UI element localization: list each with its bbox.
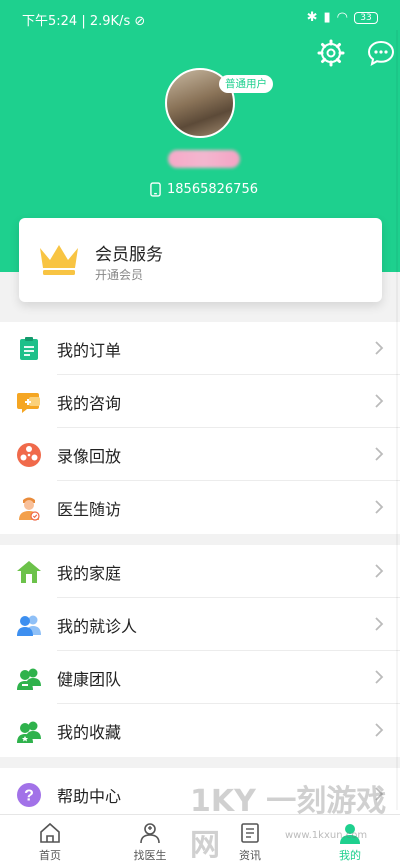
phone-number: 18565826756 bbox=[167, 182, 258, 197]
menu-item-orders[interactable]: 我的订单 bbox=[0, 322, 400, 375]
menu-item-doctor-followup[interactable]: 医生随访 bbox=[0, 481, 400, 534]
battery-icon: 33 bbox=[354, 11, 378, 24]
vip-service-card[interactable]: 会员服务 开通会员 bbox=[19, 218, 382, 302]
menu-item-label: 我的收藏 bbox=[57, 722, 122, 742]
home-icon bbox=[40, 822, 60, 843]
menu-item-consult[interactable]: 我的咨询 bbox=[0, 375, 400, 428]
people-icon bbox=[17, 615, 41, 636]
watermark-url: www.1kxun.com bbox=[285, 830, 368, 841]
menu-item-favorites[interactable]: 我的收藏 bbox=[0, 704, 400, 757]
chevron-right-icon bbox=[375, 447, 384, 461]
menu-item-label: 我的订单 bbox=[57, 340, 122, 360]
phone-row: 18565826756 bbox=[150, 182, 258, 197]
gear-icon bbox=[317, 39, 345, 67]
network-speed: 2.9K/s bbox=[89, 14, 131, 29]
settings-button[interactable] bbox=[316, 38, 346, 68]
menu-item-patients[interactable]: 我的就诊人 bbox=[0, 598, 400, 651]
collect-icon bbox=[17, 721, 41, 743]
scrollbar[interactable] bbox=[396, 30, 398, 810]
menu-item-health-team[interactable]: 健康团队 bbox=[0, 651, 400, 704]
message-button[interactable] bbox=[366, 38, 396, 68]
chat-bubble-icon bbox=[367, 40, 395, 66]
tab-find-doctor[interactable]: 找医生 bbox=[100, 815, 200, 866]
menu-item-family[interactable]: 我的家庭 bbox=[0, 545, 400, 598]
tab-label: 首页 bbox=[39, 849, 61, 862]
chevron-right-icon bbox=[375, 670, 384, 684]
chat-plus-icon bbox=[17, 393, 40, 413]
house-icon bbox=[17, 561, 41, 583]
menu-item-label: 帮助中心 bbox=[57, 786, 122, 806]
mobile-phone-icon bbox=[150, 182, 161, 197]
watermark: 1KY 一刻游戏网 www.1kxun.com bbox=[190, 784, 400, 863]
doctor-find-icon bbox=[140, 823, 160, 844]
status-time: 下午5:24 bbox=[22, 14, 78, 29]
crown-icon bbox=[40, 245, 78, 275]
status-bar: 下午5:24 | 2.9K/s ⊘ ✱ ▮ ◠ 33 bbox=[0, 0, 400, 36]
menu-item-label: 录像回放 bbox=[57, 446, 122, 466]
chevron-right-icon bbox=[375, 394, 384, 408]
username-redacted bbox=[168, 150, 240, 168]
doctor-icon bbox=[19, 497, 40, 521]
vip-title: 会员服务 bbox=[95, 245, 163, 265]
alarm-off-icon: ⊘ bbox=[134, 14, 146, 29]
menu-item-label: 我的就诊人 bbox=[57, 616, 138, 636]
clipboard-icon bbox=[20, 337, 38, 360]
menu-item-label: 我的家庭 bbox=[57, 563, 122, 583]
team-icon bbox=[17, 668, 41, 690]
chevron-right-icon bbox=[375, 617, 384, 631]
vip-subtitle: 开通会员 bbox=[95, 268, 144, 282]
tab-home[interactable]: 首页 bbox=[0, 815, 100, 866]
help-icon: ? bbox=[17, 783, 41, 807]
chevron-right-icon bbox=[375, 564, 384, 578]
wifi-icon: ◠ bbox=[336, 10, 348, 25]
menu-item-label: 健康团队 bbox=[57, 669, 122, 689]
chevron-right-icon bbox=[375, 723, 384, 737]
user-level-badge: 普通用户 bbox=[219, 75, 273, 93]
menu-item-label: 医生随访 bbox=[57, 499, 122, 519]
menu-item-replay[interactable]: 录像回放 bbox=[0, 428, 400, 481]
chevron-right-icon bbox=[375, 500, 384, 514]
menu-group-orders: 我的订单 我的咨询 录像回放 医生随访 bbox=[0, 322, 400, 534]
menu-item-label: 我的咨询 bbox=[57, 393, 122, 413]
film-reel-icon bbox=[17, 443, 41, 467]
svg-text:?: ? bbox=[24, 788, 34, 805]
bluetooth-icon: ✱ bbox=[306, 10, 318, 25]
tab-label: 找医生 bbox=[133, 849, 167, 862]
menu-group-family: 我的家庭 我的就诊人 健康团队 我的收藏 bbox=[0, 545, 400, 757]
watermark-text: 1KY 一刻游戏网 bbox=[190, 784, 387, 863]
chevron-right-icon bbox=[375, 341, 384, 355]
signal-icon: ▮ bbox=[323, 10, 331, 25]
